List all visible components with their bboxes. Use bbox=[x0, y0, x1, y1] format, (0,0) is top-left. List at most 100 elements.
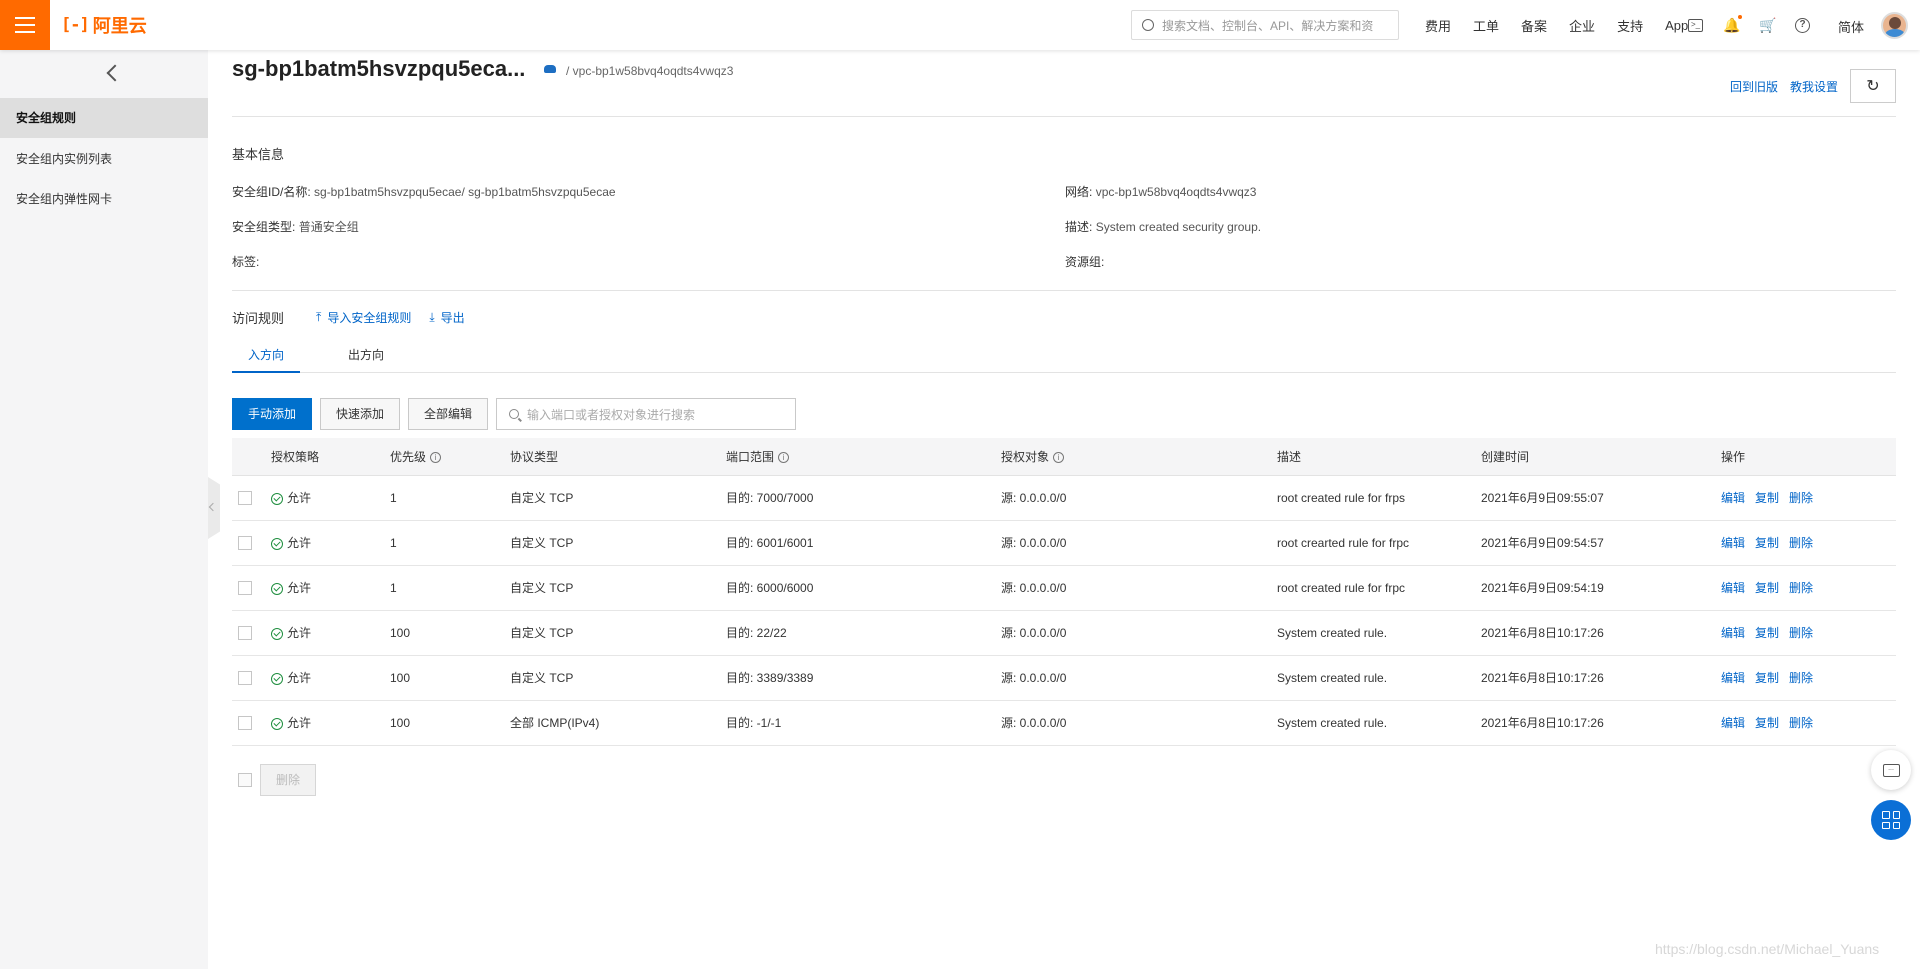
cell-time: 2021年6月9日09:54:57 bbox=[1481, 536, 1604, 550]
resource-group-row: 资源组: bbox=[1065, 253, 1104, 270]
info-icon[interactable]: i bbox=[430, 451, 442, 463]
divider bbox=[232, 290, 1896, 291]
back-arrow-icon[interactable] bbox=[103, 63, 123, 83]
cell-priority: 1 bbox=[390, 581, 397, 595]
desc-label: 描述: bbox=[1065, 220, 1093, 234]
col-desc-label: 描述 bbox=[1277, 450, 1302, 464]
top-link-icp[interactable]: 备案 bbox=[1521, 16, 1547, 35]
cell-object: 源: 0.0.0.0/0 bbox=[1001, 716, 1067, 730]
check-circle-icon bbox=[271, 492, 283, 505]
sidebar-item-enis[interactable]: 安全组内弹性网卡 bbox=[0, 179, 208, 219]
help-icon[interactable]: ? bbox=[1795, 17, 1810, 33]
delete-link[interactable]: 删除 bbox=[1789, 626, 1813, 640]
cell-desc: System created rule. bbox=[1277, 626, 1388, 640]
bell-icon[interactable]: 🔔 bbox=[1723, 15, 1742, 33]
cell-ops: 编辑 复制 删除 bbox=[1721, 476, 1823, 521]
top-link-enterprise[interactable]: 企业 bbox=[1569, 16, 1595, 35]
copy-link[interactable]: 复制 bbox=[1755, 491, 1779, 505]
sg-type-row: 安全组类型: 普通安全组 bbox=[232, 218, 359, 235]
page-title: sg-bp1batm5hsvzpqu5eca... bbox=[232, 56, 526, 81]
row-checkbox[interactable] bbox=[238, 491, 252, 505]
language-switch[interactable]: 简体 bbox=[1838, 17, 1864, 36]
info-icon[interactable]: i bbox=[1053, 451, 1065, 463]
delete-link[interactable]: 删除 bbox=[1789, 671, 1813, 685]
sidebar-item-instances[interactable]: 安全组内实例列表 bbox=[0, 139, 208, 179]
quick-add-button[interactable]: 快速添加 bbox=[320, 398, 401, 430]
copy-link[interactable]: 复制 bbox=[1755, 581, 1779, 595]
vpc-subtitle: / vpc-bp1w58bvq4oqdts4vwqz3 bbox=[566, 64, 734, 78]
delete-link[interactable]: 删除 bbox=[1789, 581, 1813, 595]
cloud-icon[interactable] bbox=[544, 65, 556, 73]
col-ops: 操作 bbox=[1721, 438, 1745, 476]
cell-object: 源: 0.0.0.0/0 bbox=[1001, 536, 1067, 550]
top-link-support[interactable]: 支持 bbox=[1617, 16, 1643, 35]
edit-link[interactable]: 编辑 bbox=[1721, 491, 1745, 505]
top-link-fees[interactable]: 费用 bbox=[1425, 16, 1451, 35]
top-link-app[interactable]: App bbox=[1665, 18, 1688, 33]
top-link-tickets[interactable]: 工单 bbox=[1473, 16, 1499, 35]
select-all-checkbox[interactable] bbox=[238, 773, 252, 787]
cell-priority: 100 bbox=[390, 626, 411, 640]
edit-link[interactable]: 编辑 bbox=[1721, 671, 1745, 685]
logo-text: 阿里云 bbox=[92, 16, 147, 36]
export-link[interactable]: ⤓ 导出 bbox=[429, 309, 464, 326]
cell-policy: 允许 bbox=[271, 611, 311, 656]
rules-search-input[interactable]: 输入端口或者授权对象进行搜索 bbox=[496, 398, 797, 430]
row-checkbox[interactable] bbox=[238, 536, 252, 550]
terminal-icon[interactable]: >_ bbox=[1688, 18, 1703, 32]
cell-ops: 编辑 复制 删除 bbox=[1721, 521, 1823, 566]
copy-link[interactable]: 复制 bbox=[1755, 671, 1779, 685]
cell-ops: 编辑 复制 删除 bbox=[1721, 566, 1823, 611]
tab-inbound[interactable]: 入方向 bbox=[232, 341, 300, 373]
tutorial-link[interactable]: 教我设置 bbox=[1790, 78, 1838, 95]
cell-port: 目的: 6001/6001 bbox=[726, 536, 814, 550]
row-checkbox[interactable] bbox=[238, 626, 252, 640]
copy-link[interactable]: 复制 bbox=[1755, 626, 1779, 640]
sidebar-collapse-handle[interactable] bbox=[208, 477, 220, 539]
header-actions: 回到旧版 教我设置 ↻ bbox=[1730, 69, 1896, 103]
back-to-old-link[interactable]: 回到旧版 bbox=[1730, 78, 1778, 95]
menu-icon[interactable] bbox=[0, 0, 50, 50]
sidebar-item-rules[interactable]: 安全组规则 bbox=[0, 98, 208, 138]
delete-link[interactable]: 删除 bbox=[1789, 716, 1813, 730]
edit-link[interactable]: 编辑 bbox=[1721, 716, 1745, 730]
col-object-label: 授权对象 bbox=[1001, 450, 1050, 464]
row-checkbox[interactable] bbox=[238, 671, 252, 685]
cell-priority: 1 bbox=[390, 491, 397, 505]
logo[interactable]: [-] 阿里云 bbox=[61, 12, 147, 38]
row-checkbox[interactable] bbox=[238, 581, 252, 595]
desc-value: System created security group. bbox=[1095, 220, 1262, 234]
cell-object: 源: 0.0.0.0/0 bbox=[1001, 581, 1067, 595]
avatar[interactable] bbox=[1881, 12, 1908, 39]
import-rules-link[interactable]: ⤒ 导入安全组规则 bbox=[316, 309, 411, 326]
chat-button[interactable]: ... bbox=[1871, 750, 1911, 790]
edit-link[interactable]: 编辑 bbox=[1721, 581, 1745, 595]
copy-link[interactable]: 复制 bbox=[1755, 536, 1779, 550]
sidebar: 安全组规则 安全组内实例列表 安全组内弹性网卡 bbox=[0, 50, 208, 969]
import-rules-label: 导入安全组规则 bbox=[327, 311, 412, 325]
info-icon[interactable]: i bbox=[778, 451, 790, 463]
delete-link[interactable]: 删除 bbox=[1789, 536, 1813, 550]
delete-link[interactable]: 删除 bbox=[1789, 491, 1813, 505]
top-links: 费用 工单 备案 企业 支持 App bbox=[1425, 0, 1710, 50]
apps-button[interactable] bbox=[1871, 800, 1911, 840]
table-header: 授权策略 优先级 i 协议类型 端口范围 i 授权对象 i 描述 创建时间 操作 bbox=[232, 438, 1896, 476]
edit-link[interactable]: 编辑 bbox=[1721, 536, 1745, 550]
edit-all-button[interactable]: 全部编辑 bbox=[408, 398, 489, 430]
manual-add-button[interactable]: 手动添加 bbox=[232, 398, 313, 430]
cell-desc: root created rule for frps bbox=[1277, 491, 1406, 505]
copy-link[interactable]: 复制 bbox=[1755, 716, 1779, 730]
row-checkbox[interactable] bbox=[238, 716, 252, 730]
policy-label: 允许 bbox=[287, 536, 312, 550]
cell-protocol: 自定义 TCP bbox=[510, 671, 574, 685]
col-priority-label: 优先级 bbox=[390, 450, 427, 464]
refresh-button[interactable]: ↻ bbox=[1850, 69, 1896, 103]
cart-icon[interactable]: 🛒 bbox=[1759, 17, 1776, 33]
top-icons: >_ 🔔 🛒 ? bbox=[1688, 0, 1810, 50]
tab-outbound[interactable]: 出方向 bbox=[332, 341, 400, 373]
batch-delete-button[interactable]: 删除 bbox=[260, 764, 317, 796]
refresh-icon: ↻ bbox=[1866, 78, 1880, 95]
global-search-input[interactable]: 搜索文档、控制台、API、解决方案和资 bbox=[1131, 10, 1399, 40]
cell-object: 源: 0.0.0.0/0 bbox=[1001, 671, 1067, 685]
edit-link[interactable]: 编辑 bbox=[1721, 626, 1745, 640]
